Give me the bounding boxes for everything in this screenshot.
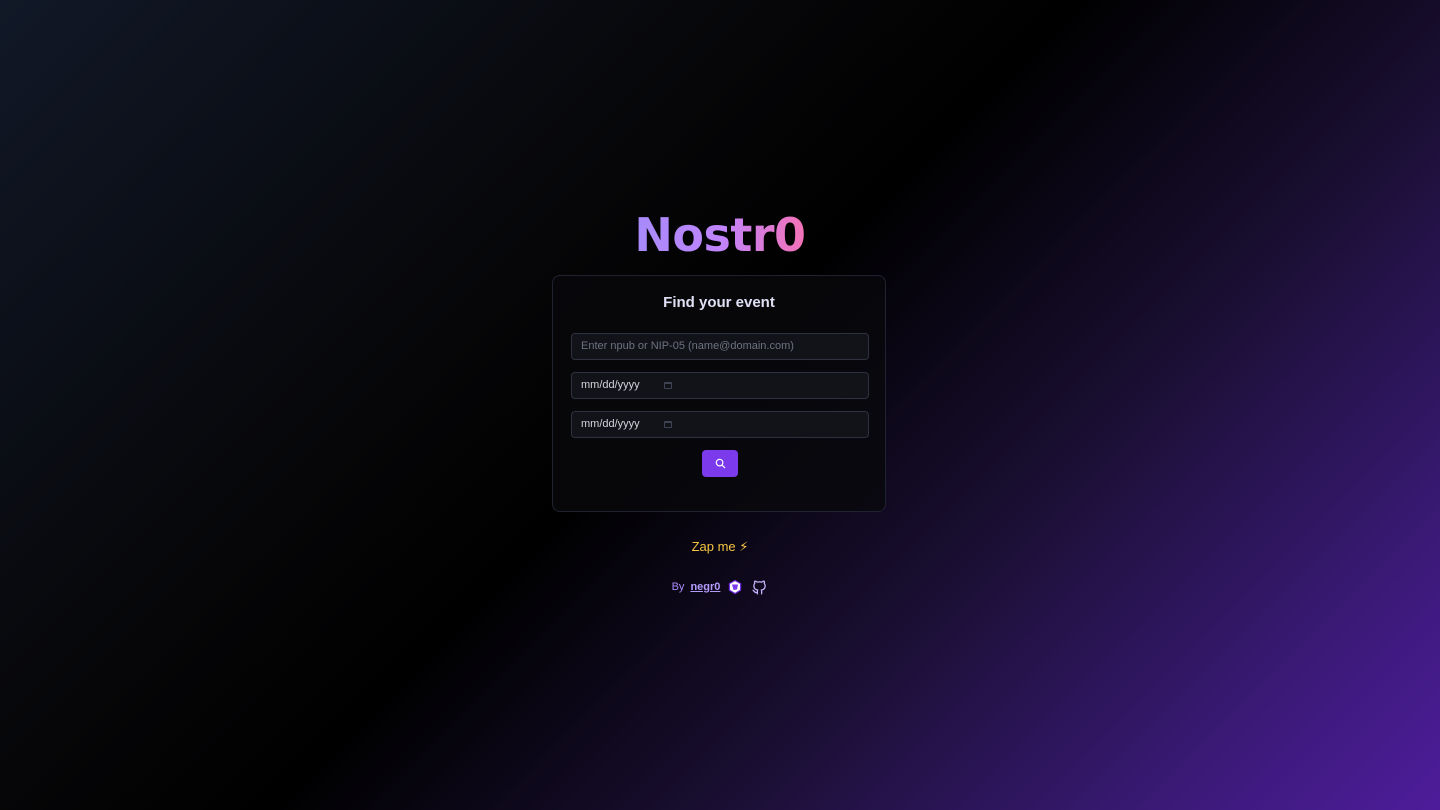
calendar-icon[interactable] (664, 421, 672, 428)
npub-input[interactable]: Enter npub or NIP-05 (name@domain.com) (571, 333, 869, 360)
search-icon (715, 458, 725, 469)
nostr-icon[interactable] (726, 578, 744, 596)
byline: By negr0 (0, 578, 1440, 596)
start-date-input[interactable]: mm/dd/yyyy (571, 372, 869, 399)
end-date-input[interactable]: mm/dd/yyyy (571, 411, 869, 438)
page: Nostr0 Find your event Enter npub or NIP… (0, 0, 1440, 810)
search-card: Find your event Enter npub or NIP-05 (na… (552, 275, 886, 512)
calendar-icon[interactable] (664, 382, 672, 389)
author-link[interactable]: negr0 (690, 581, 720, 593)
search-button[interactable] (702, 450, 738, 477)
by-label: By (671, 581, 685, 593)
app-logo: Nostr0 (0, 208, 1440, 262)
app-logo-text: Nostr0 (634, 208, 806, 262)
github-icon[interactable] (750, 578, 768, 596)
zap-link[interactable]: Zap me ⚡ (0, 539, 1440, 555)
start-date-placeholder: mm/dd/yyyy (581, 379, 640, 391)
card-title: Find your event (663, 294, 775, 311)
npub-input-placeholder: Enter npub or NIP-05 (name@domain.com) (581, 340, 794, 352)
end-date-placeholder: mm/dd/yyyy (581, 418, 640, 430)
